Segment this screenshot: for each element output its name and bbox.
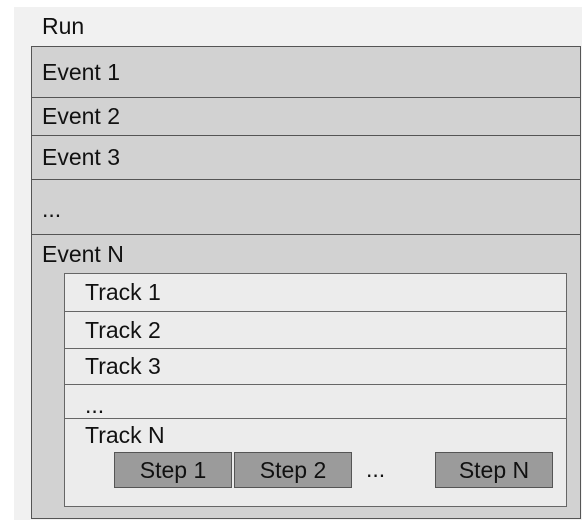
event-row: Event 3 <box>32 136 580 180</box>
event-row: ... <box>32 180 580 235</box>
events-box: Event 1 Event 2 Event 3 ... Event N Trac… <box>31 46 581 519</box>
track-row: Track 3 <box>65 349 566 385</box>
event-n-section: Event N Track 1 Track 2 Track 3 ... Trac… <box>32 235 580 520</box>
run-label: Run <box>42 13 85 39</box>
track-row: Track 1 <box>65 274 566 312</box>
track-row: Track 2 <box>65 312 566 349</box>
event-n-label: Event N <box>42 241 124 267</box>
step-box: Step 1 <box>114 452 232 488</box>
event-row: Event 1 <box>32 47 580 98</box>
track-n-label: Track N <box>85 422 165 448</box>
event-row: Event 2 <box>32 98 580 136</box>
run-container: Run Event 1 Event 2 Event 3 ... Event N … <box>14 7 582 520</box>
step-ellipsis: ... <box>366 456 386 482</box>
step-box: Step 2 <box>234 452 352 488</box>
track-row: ... <box>65 385 566 419</box>
step-box: Step N <box>435 452 553 488</box>
track-n-section: Track N Step 1 Step 2 ... Step N <box>65 419 566 506</box>
tracks-box: Track 1 Track 2 Track 3 ... Track N Step… <box>64 273 567 507</box>
